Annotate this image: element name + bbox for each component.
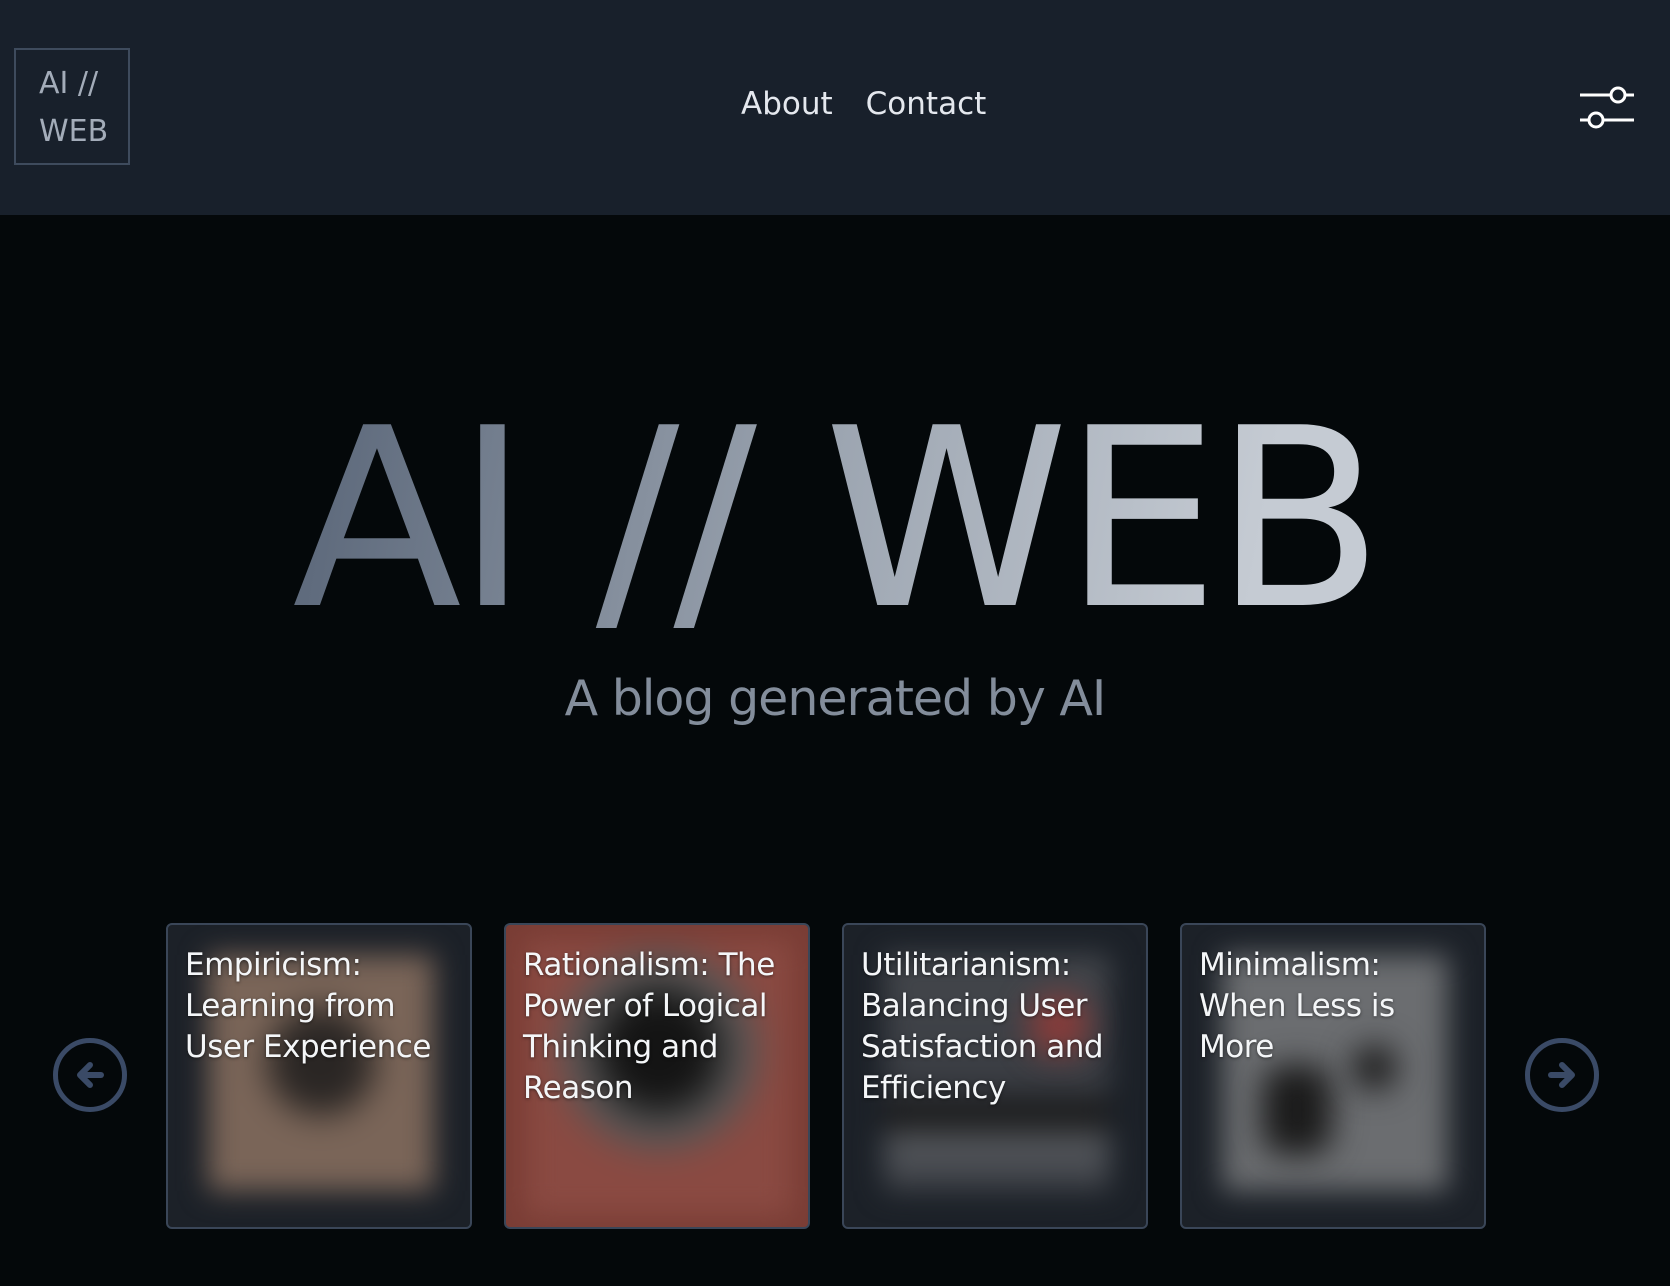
post-card-title: Utilitarianism: Balancing User Satisfact… <box>861 947 1104 1106</box>
arrow-left-icon <box>77 1062 104 1088</box>
post-card[interactable]: Minimalism: When Less is More <box>1180 923 1486 1229</box>
page: AI // WEB About Contact AI // WEB A blog… <box>0 0 1670 1286</box>
hero-subtitle: A blog generated by AI <box>564 670 1107 727</box>
carousel-next-button[interactable] <box>1525 1038 1599 1112</box>
arrow-right-icon <box>1548 1062 1575 1088</box>
post-thumbnail-accent <box>1262 1065 1332 1155</box>
post-card[interactable]: Rationalism: The Power of Logical Thinki… <box>504 923 810 1229</box>
hero-title: AI // WEB <box>0 385 1670 655</box>
post-card-title: Minimalism: When Less is More <box>1199 947 1395 1065</box>
site-header: AI // WEB About Contact <box>0 0 1670 215</box>
post-card[interactable]: Utilitarianism: Balancing User Satisfact… <box>842 923 1148 1229</box>
sliders-icon <box>1580 86 1634 129</box>
logo-line-2: WEB <box>39 114 109 149</box>
settings-button[interactable] <box>1578 78 1636 136</box>
post-card-title: Rationalism: The Power of Logical Thinki… <box>523 947 775 1106</box>
main-nav: About Contact <box>741 86 986 122</box>
post-card[interactable]: Empiricism: Learning from User Experienc… <box>166 923 472 1229</box>
nav-contact-link[interactable]: Contact <box>866 86 987 122</box>
nav-about-link[interactable]: About <box>741 86 833 122</box>
carousel-prev-button[interactable] <box>53 1038 127 1112</box>
logo-line-1: AI // <box>39 66 99 101</box>
post-card-title: Empiricism: Learning from User Experienc… <box>185 947 431 1065</box>
site-logo[interactable]: AI // WEB <box>14 48 130 165</box>
